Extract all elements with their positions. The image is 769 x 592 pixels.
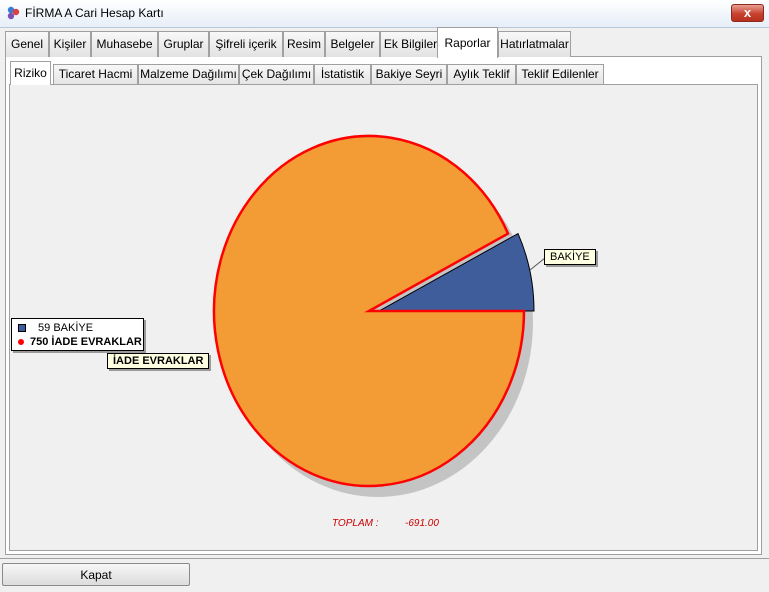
pie-slice-iade-evraklar bbox=[212, 134, 526, 488]
close-button[interactable]: Kapat bbox=[2, 563, 190, 586]
total-value: -691.00 bbox=[405, 518, 439, 529]
slice-label-text: BAKİYE bbox=[550, 251, 590, 263]
pie-chart bbox=[212, 134, 546, 497]
legend-item-bakiye: 59 BAKİYE bbox=[18, 322, 93, 336]
legend-value: 750 bbox=[30, 336, 49, 348]
legend-label: BAKİYE bbox=[53, 322, 94, 334]
legend-dot-icon bbox=[18, 339, 24, 346]
tab-label: Raporlar bbox=[444, 36, 491, 50]
subtab-riziko[interactable]: Riziko bbox=[10, 61, 51, 85]
legend-label: İADE EVRAKLAR bbox=[51, 336, 142, 348]
bottom-bar: Kapat bbox=[0, 558, 769, 592]
slice-label-iade-evraklar: İADE EVRAKLAR bbox=[107, 353, 210, 369]
tab-raporlar[interactable]: Raporlar bbox=[437, 27, 498, 58]
slice-label-bakiye: BAKİYE bbox=[544, 249, 596, 265]
legend-square-icon bbox=[18, 324, 26, 333]
subtab-label: Riziko bbox=[14, 66, 47, 80]
slice-label-text: İADE EVRAKLAR bbox=[113, 355, 204, 367]
total-label: TOPLAM : bbox=[332, 518, 379, 529]
chart-legend: 59 BAKİYE 750 İADE EVRAKLAR bbox=[11, 318, 144, 351]
legend-item-iade-evraklar: 750 İADE EVRAKLAR bbox=[18, 336, 142, 350]
label-leader-bakiye bbox=[529, 257, 546, 271]
legend-value: 59 bbox=[38, 322, 51, 334]
